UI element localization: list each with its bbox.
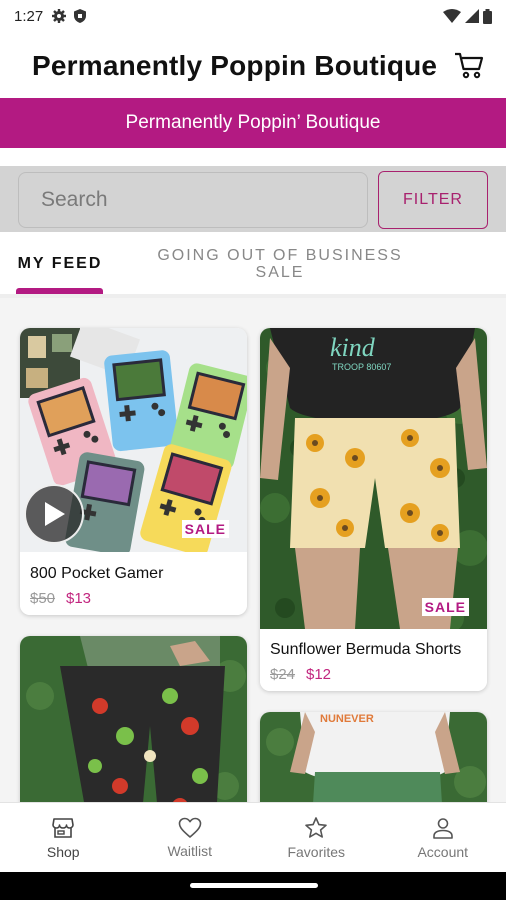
status-icons-right: [443, 8, 492, 24]
product-card[interactable]: [20, 636, 247, 802]
nav-account-label: Account: [417, 843, 469, 860]
person-icon: [432, 817, 453, 839]
play-video-button[interactable]: [24, 484, 84, 544]
heart-icon: [178, 817, 202, 838]
shield-icon: [74, 9, 87, 23]
sale-price: $13: [66, 590, 92, 607]
product-image: kind TROOP 80607 SALE: [260, 328, 487, 629]
original-price: $50: [30, 590, 56, 607]
page-title: Permanently Poppin Boutique: [32, 50, 438, 81]
product-title: 800 Pocket Gamer: [30, 565, 164, 582]
tab-going-out-of-business-sale[interactable]: GOING OUT OF BUSINESS SALE: [140, 232, 420, 296]
svg-text:NUNEVER: NUNEVER: [320, 713, 374, 725]
status-bar: 1:27: [0, 0, 506, 32]
product-card[interactable]: kind TROOP 80607 SALE Sunflower Bermuda …: [260, 328, 487, 691]
tab-my-feed-label: MY FEED: [17, 255, 103, 272]
search-bar: FILTER: [0, 166, 506, 232]
product-card[interactable]: NUNEVER: [260, 712, 487, 802]
search-input[interactable]: [18, 172, 368, 228]
nav-shop-label: Shop: [46, 843, 80, 860]
bottom-navigation: Shop Waitlist Favorites Account: [0, 802, 506, 872]
nav-favorites[interactable]: Favorites: [253, 803, 380, 872]
cart-button[interactable]: [452, 48, 486, 82]
tab-my-feed[interactable]: MY FEED: [0, 232, 120, 296]
wifi-icon: [443, 9, 461, 23]
svg-text:kind: kind: [330, 333, 376, 362]
gear-icon: [52, 9, 67, 23]
original-price: $24: [270, 666, 296, 683]
nav-waitlist-label: Waitlist: [167, 842, 213, 859]
store-icon: [52, 817, 75, 838]
tab-sale-label: GOING OUT OF BUSINESS SALE: [157, 247, 403, 281]
feed-tabs: MY FEED GOING OUT OF BUSINESS SALE: [0, 232, 506, 298]
signal-icon: [465, 9, 479, 23]
app-header: Permanently Poppin Boutique: [0, 32, 506, 98]
nav-shop[interactable]: Shop: [0, 803, 127, 872]
banner-text: Permanently Poppin’ Boutique: [125, 112, 381, 133]
product-image: SALE: [20, 328, 247, 552]
sale-tag: SALE: [421, 598, 469, 616]
battery-icon: [483, 8, 492, 24]
product-info: Sunflower Bermuda Shorts $24 $12: [260, 629, 487, 691]
status-icons-left: [51, 8, 87, 24]
nav-waitlist[interactable]: Waitlist: [127, 803, 254, 872]
star-icon: [305, 816, 328, 838]
filter-button[interactable]: FILTER: [378, 171, 488, 229]
home-gesture-handle[interactable]: [190, 883, 318, 888]
product-feed[interactable]: SALE 800 Pocket Gamer $50 $13 kind TROOP…: [0, 298, 506, 802]
product-title: Sunflower Bermuda Shorts: [270, 641, 462, 658]
play-icon: [45, 502, 65, 526]
sale-price: $12: [306, 666, 332, 683]
svg-text:TROOP 80607: TROOP 80607: [332, 362, 391, 372]
system-navigation-bar: [0, 872, 506, 900]
product-info: 800 Pocket Gamer $50 $13: [20, 552, 247, 615]
product-image: [20, 636, 247, 802]
sale-tag: SALE: [181, 520, 229, 538]
status-time: 1:27: [14, 7, 44, 25]
cart-icon: [455, 52, 484, 79]
nav-account[interactable]: Account: [380, 803, 506, 872]
promo-banner: Permanently Poppin’ Boutique: [0, 98, 506, 148]
product-card[interactable]: SALE 800 Pocket Gamer $50 $13: [20, 328, 247, 615]
product-image: NUNEVER: [260, 712, 487, 802]
nav-favorites-label: Favorites: [287, 843, 346, 860]
